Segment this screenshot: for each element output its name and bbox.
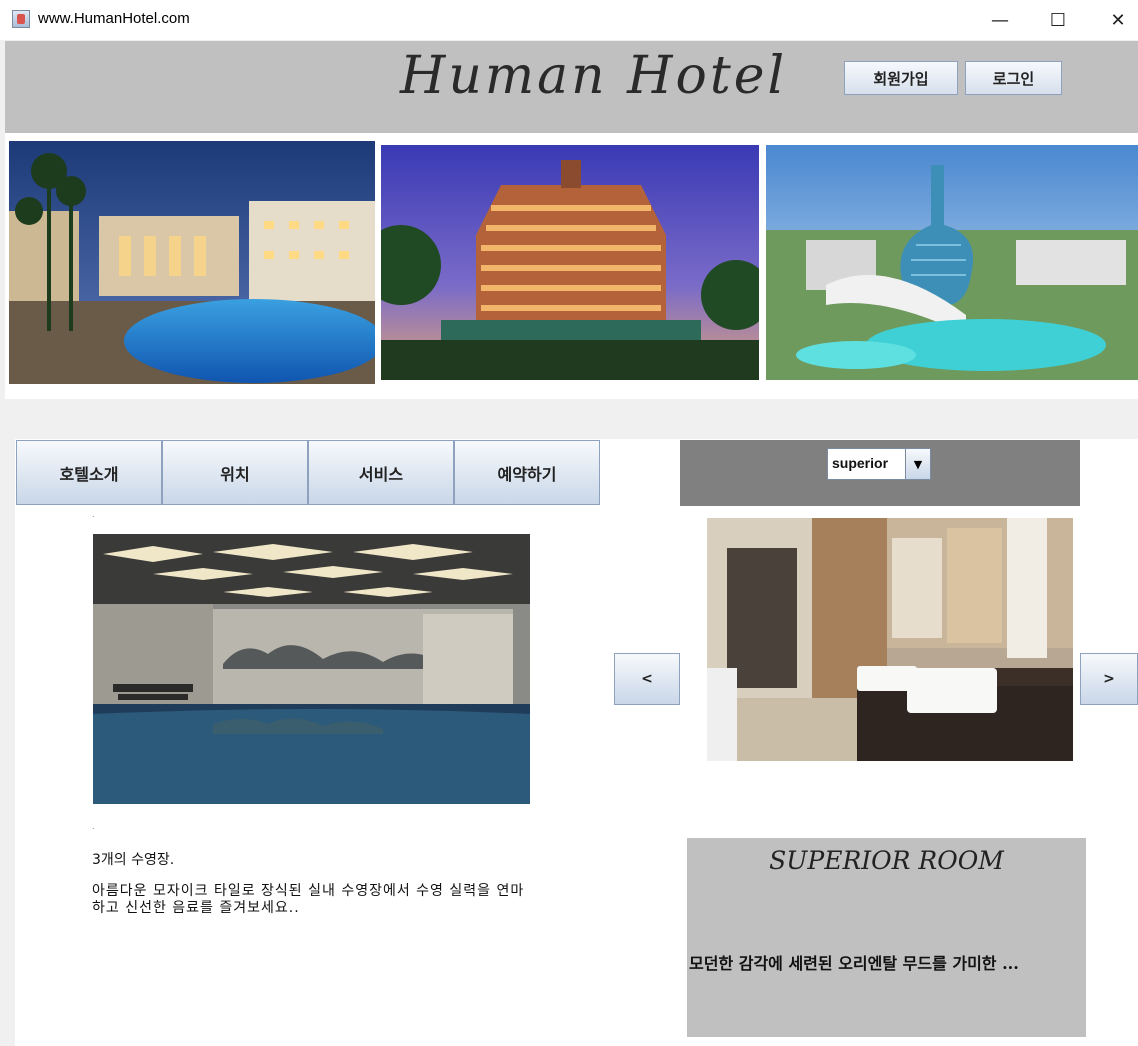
- window-title: www.HumanHotel.com: [38, 10, 190, 27]
- room-photo-bathroom: [707, 518, 1073, 761]
- hotel-photo-guitar: [766, 145, 1138, 380]
- prev-room-button[interactable]: <: [614, 653, 680, 705]
- dropdown-arrow-icon[interactable]: ▼: [905, 449, 930, 479]
- hotel-photo-pagoda: [381, 145, 759, 380]
- feature-title: 3개의 수영장.: [92, 852, 175, 868]
- room-type-select-value: superior: [832, 455, 889, 471]
- feature-description: 아름다운 모자이크 타일로 장식된 실내 수영장에서 수영 실력을 연마하고 신…: [92, 883, 525, 916]
- room-card-description: 모던한 감각에 세련된 오리엔탈 무드를 가미한 ...: [689, 954, 1019, 973]
- nav-service-button[interactable]: 서비스: [308, 440, 454, 505]
- close-button[interactable]: ✕: [1103, 6, 1133, 34]
- room-card-title: SUPERIOR ROOM: [769, 846, 1004, 875]
- nav-hotel-intro-button[interactable]: 호텔소개: [16, 440, 162, 505]
- next-room-button[interactable]: >: [1080, 653, 1138, 705]
- image-marker: .: [92, 510, 95, 519]
- signup-button[interactable]: 회원가입: [844, 61, 958, 95]
- login-button[interactable]: 로그인: [965, 61, 1062, 95]
- room-type-select[interactable]: superior ▼: [827, 448, 931, 480]
- nav-location-button[interactable]: 위치: [162, 440, 308, 505]
- maximize-button[interactable]: ☐: [1043, 6, 1073, 34]
- feature-photo-indoor-pool: [93, 534, 530, 804]
- hotel-photo-resort: [9, 141, 375, 384]
- text-marker: .: [92, 822, 95, 831]
- java-app-icon: [12, 10, 30, 28]
- nav-reservation-button[interactable]: 예약하기: [454, 440, 600, 505]
- minimize-button[interactable]: —: [985, 6, 1015, 34]
- hotel-title: Human Hotel: [400, 46, 788, 106]
